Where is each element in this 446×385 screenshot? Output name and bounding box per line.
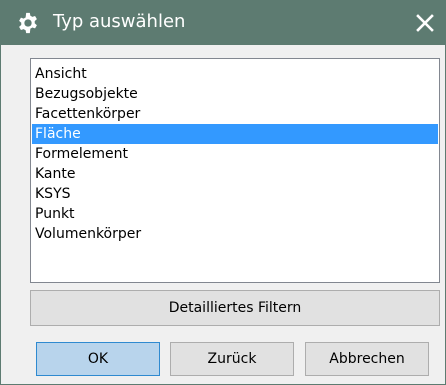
list-item[interactable]: Formelement [32,144,438,164]
list-item[interactable]: KSYS [32,184,438,204]
list-item[interactable]: Facettenkörper [32,104,438,124]
type-listbox[interactable]: Ansicht Bezugsobjekte Facettenkörper Fläche… [30,58,440,283]
detailed-filter-button[interactable]: Detailliertes Filtern [30,290,440,326]
close-icon [416,14,434,32]
close-button[interactable] [409,7,441,39]
list-item[interactable]: Kante [32,164,438,184]
list-item[interactable]: Bezugsobjekte [32,84,438,104]
cancel-button[interactable]: Abbrechen [305,342,429,376]
list-item[interactable]: Fläche [32,124,438,144]
gear-icon [19,12,37,34]
list-item[interactable]: Ansicht [32,64,438,84]
list-item[interactable]: Punkt [32,204,438,224]
select-type-dialog: Typ auswählen Ansicht Bezugsobjekte Facett… [0,0,446,385]
list-item[interactable]: Volumenkörper [32,224,438,244]
ok-button[interactable]: OK [36,342,160,376]
back-button[interactable]: Zurück [170,342,294,376]
dialog-title: Typ auswählen [53,11,186,32]
title-bar[interactable]: Typ auswählen [1,1,445,45]
